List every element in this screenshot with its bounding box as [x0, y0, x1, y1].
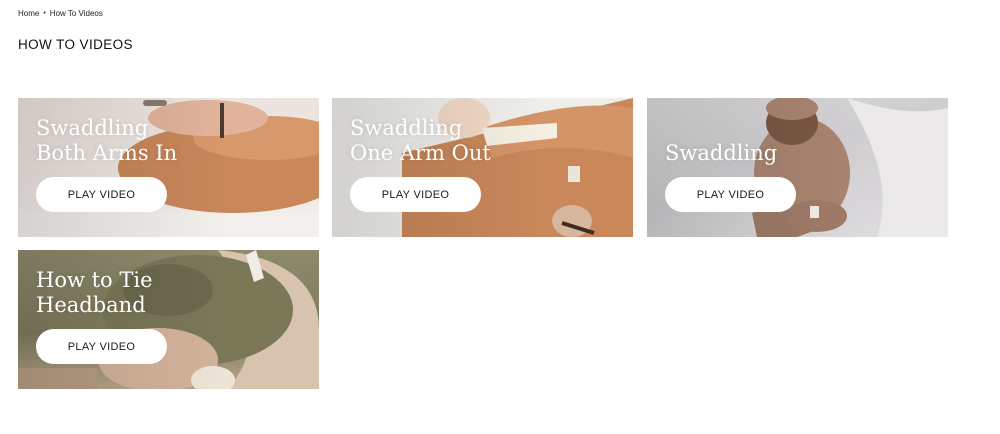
- video-title: How to Tie Headband: [36, 268, 153, 317]
- thumbnail-overlay: [647, 98, 948, 237]
- video-grid: Swaddling Both Arms In PLAY VIDEO Swaddl…: [0, 0, 1000, 434]
- play-video-button[interactable]: PLAY VIDEO: [36, 177, 167, 212]
- video-card-how-to-tie-headband[interactable]: How to Tie Headband PLAY VIDEO: [18, 250, 319, 389]
- video-title: Swaddling One Arm Out: [350, 116, 491, 165]
- video-title: Swaddling: [665, 141, 778, 165]
- video-card-one-arm-out[interactable]: Swaddling One Arm Out PLAY VIDEO: [332, 98, 633, 237]
- play-video-button[interactable]: PLAY VIDEO: [36, 329, 167, 364]
- video-card-both-arms-in[interactable]: Swaddling Both Arms In PLAY VIDEO: [18, 98, 319, 237]
- video-card-swaddling[interactable]: Swaddling PLAY VIDEO: [647, 98, 948, 237]
- play-video-button[interactable]: PLAY VIDEO: [665, 177, 796, 212]
- video-title: Swaddling Both Arms In: [36, 116, 178, 165]
- play-video-button[interactable]: PLAY VIDEO: [350, 177, 481, 212]
